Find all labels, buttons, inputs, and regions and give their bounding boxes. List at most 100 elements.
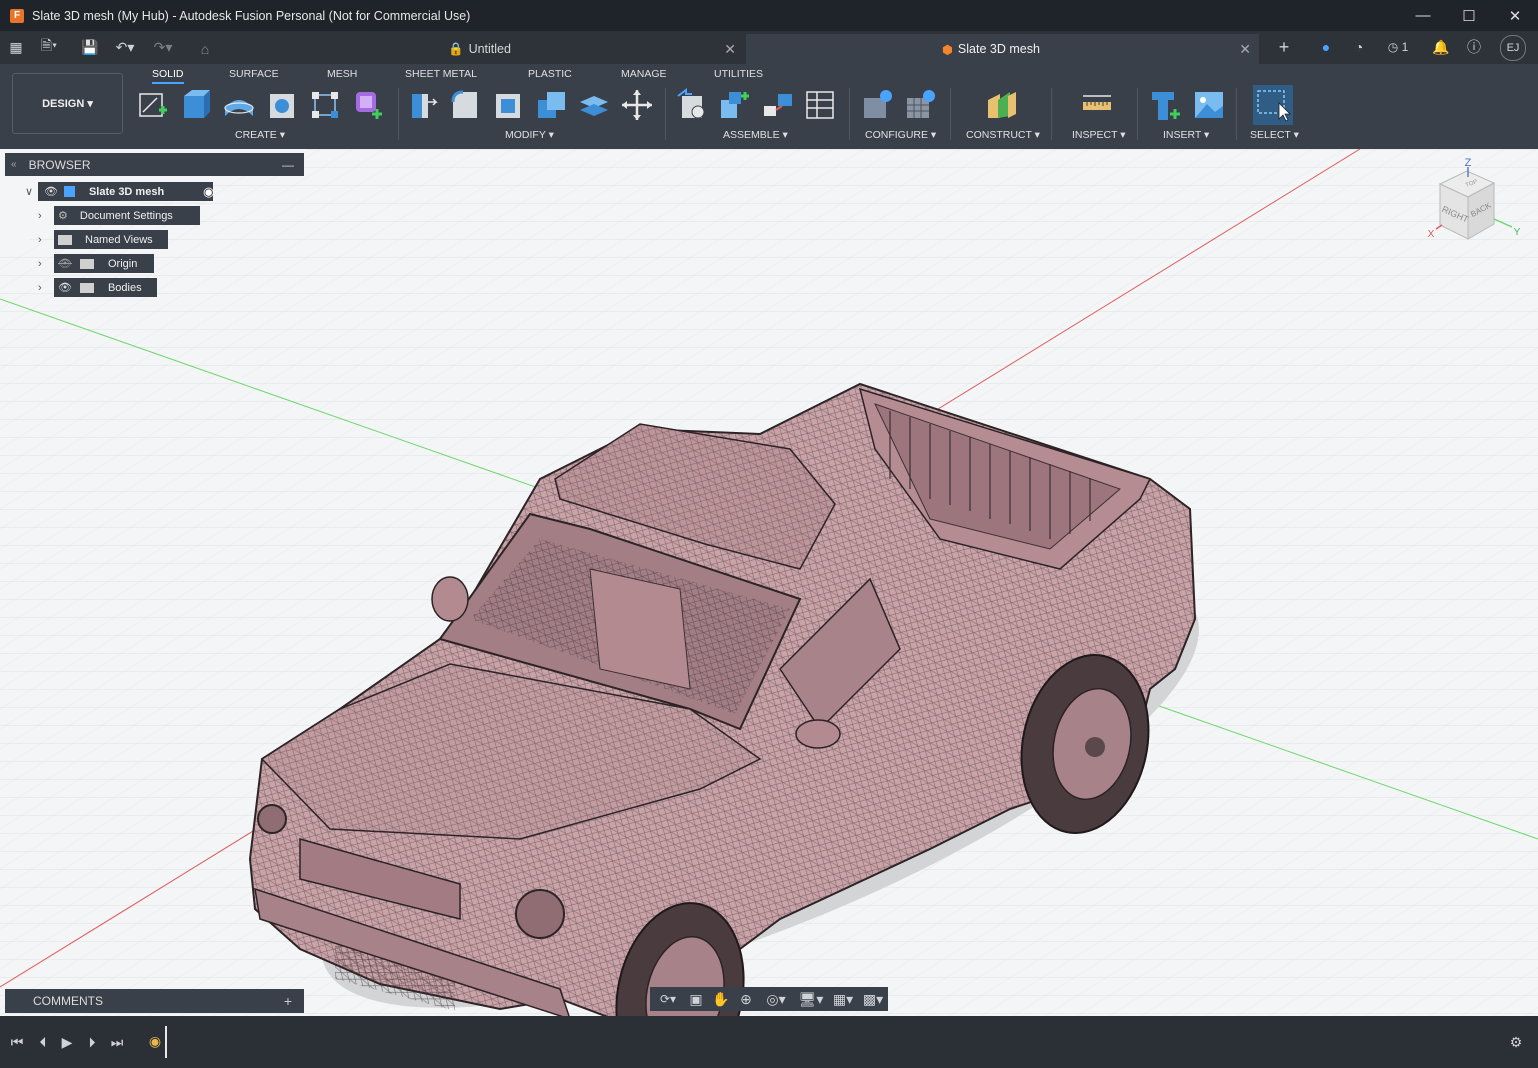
close-window-button[interactable]: ✕: [1492, 0, 1538, 31]
collapse-panel-icon[interactable]: «: [11, 159, 17, 170]
insert-group-label[interactable]: INSERT ▾: [1163, 129, 1209, 141]
visibility-hidden-icon[interactable]: 👁: [58, 257, 72, 270]
go-to-start-icon[interactable]: ⏮: [6, 1031, 28, 1053]
visibility-eye-icon[interactable]: 👁: [44, 185, 58, 198]
new-tab-icon[interactable]: +: [1273, 36, 1295, 58]
move-copy-icon[interactable]: [621, 88, 653, 122]
redo-icon[interactable]: ↷▾: [152, 36, 174, 58]
modify-group-label[interactable]: MODIFY ▾: [505, 129, 554, 141]
tab-plastic[interactable]: PLASTIC: [528, 68, 572, 80]
close-tab-icon[interactable]: ✕: [724, 41, 736, 58]
minimize-button[interactable]: —: [1400, 0, 1446, 31]
expand-arrow-icon[interactable]: ›: [38, 282, 54, 294]
extrude-icon[interactable]: [180, 88, 212, 122]
collapse-arrow-icon[interactable]: ∨: [20, 185, 38, 198]
browser-item-bodies[interactable]: › 👁 Bodies: [38, 278, 157, 297]
help-icon[interactable]: ⓘ: [1463, 36, 1485, 58]
tab-slate-3d-mesh[interactable]: ⬢ Slate 3D mesh ✕: [746, 34, 1259, 64]
expand-arrow-icon[interactable]: ›: [38, 234, 54, 246]
tree-node: 👁 Bodies: [54, 278, 157, 297]
offset-face-icon[interactable]: [578, 88, 610, 122]
display-settings-icon[interactable]: 🖥▾: [795, 988, 827, 1010]
new-component-icon[interactable]: [676, 88, 708, 122]
play-icon[interactable]: ▶: [56, 1031, 78, 1053]
browser-panel-header[interactable]: « BROWSER —: [5, 153, 304, 176]
timeline-feature-icon[interactable]: ◉: [144, 1030, 166, 1052]
minimize-panel-icon[interactable]: —: [282, 158, 294, 172]
job-status-icon[interactable]: ◷ 1: [1383, 36, 1413, 58]
hole-icon[interactable]: [266, 88, 298, 122]
zoom-icon[interactable]: ⊕: [735, 988, 757, 1010]
data-panel-grid-icon[interactable]: ▦: [5, 36, 27, 58]
insert-derive-icon[interactable]: [1150, 88, 1182, 122]
undo-icon[interactable]: ↶▾: [114, 36, 136, 58]
step-forward-icon[interactable]: ⏵: [81, 1031, 103, 1053]
home-icon[interactable]: ⌂: [194, 38, 216, 60]
pan-hand-icon[interactable]: ✋: [710, 988, 732, 1010]
offset-plane-icon[interactable]: [986, 88, 1018, 122]
online-status-icon[interactable]: ◔: [1348, 36, 1370, 58]
timeline-marker[interactable]: [165, 1026, 167, 1058]
press-pull-icon[interactable]: [406, 88, 438, 122]
timeline-settings-gear-icon[interactable]: ⚙: [1505, 1031, 1527, 1053]
configuration-table-icon[interactable]: [905, 88, 937, 122]
visibility-eye-icon[interactable]: 👁: [58, 281, 72, 294]
tab-untitled[interactable]: 🔒 Untitled ✕: [440, 34, 744, 64]
notifications-bell-icon[interactable]: 🔔: [1430, 36, 1452, 58]
as-built-joint-icon[interactable]: [762, 88, 794, 122]
revolve-icon[interactable]: [223, 88, 255, 122]
create-form-icon[interactable]: [352, 88, 384, 122]
tab-manage[interactable]: MANAGE: [621, 68, 667, 80]
inspect-group-label[interactable]: INSPECT ▾: [1072, 129, 1126, 141]
go-to-end-icon[interactable]: ⏭: [106, 1031, 128, 1053]
file-menu-icon[interactable]: 🗎▾: [38, 36, 60, 58]
browser-item-named-views[interactable]: › Named Views: [38, 230, 168, 249]
joint-icon[interactable]: [719, 88, 751, 122]
tab-surface[interactable]: SURFACE: [229, 68, 279, 80]
browser-root-row[interactable]: ∨ 👁 Slate 3D mesh ◉: [20, 182, 214, 201]
measure-icon[interactable]: [1081, 88, 1113, 122]
select-tool-icon[interactable]: [1253, 85, 1293, 125]
save-icon[interactable]: 💾: [79, 36, 101, 58]
maximize-button[interactable]: ☐: [1446, 0, 1492, 31]
construct-group-label[interactable]: CONSTRUCT ▾: [966, 129, 1040, 141]
expand-arrow-icon[interactable]: ›: [38, 210, 54, 222]
select-group-label[interactable]: SELECT ▾: [1250, 129, 1299, 141]
assemble-group-label[interactable]: ASSEMBLE ▾: [723, 129, 788, 141]
orbit-icon[interactable]: ⟳▾: [652, 988, 684, 1010]
step-back-icon[interactable]: ⏴: [32, 1031, 54, 1053]
shell-icon[interactable]: [492, 88, 524, 122]
fillet-icon[interactable]: [449, 88, 481, 122]
grid-settings-icon[interactable]: ▦▾: [828, 988, 858, 1010]
fit-icon[interactable]: ◎▾: [760, 988, 792, 1010]
configure-design-icon[interactable]: [862, 88, 894, 122]
table-icon[interactable]: [805, 88, 837, 122]
configure-group-label[interactable]: CONFIGURE ▾: [865, 129, 936, 141]
tab-sheet-metal[interactable]: SHEET METAL: [405, 68, 477, 80]
create-group-label[interactable]: CREATE ▾: [235, 129, 285, 141]
root-node[interactable]: 👁 Slate 3D mesh ◉: [38, 182, 214, 201]
tree-item-label: Named Views: [85, 233, 153, 246]
create-sketch-icon[interactable]: [137, 88, 169, 122]
look-at-icon[interactable]: ▣: [685, 988, 707, 1010]
tab-label: Untitled: [468, 42, 511, 56]
add-comment-icon[interactable]: +: [284, 993, 292, 1009]
insert-canvas-icon[interactable]: [1193, 88, 1225, 122]
close-tab-icon[interactable]: ✕: [1239, 41, 1251, 58]
tab-utilities[interactable]: UTILITIES: [714, 68, 763, 80]
viewport-canvas[interactable]: TOP RIGHT BACK Z X Y: [0, 149, 1538, 1016]
workspace-switcher-button[interactable]: DESIGN ▾: [12, 73, 123, 134]
browser-item-origin[interactable]: › 👁 Origin: [38, 254, 154, 273]
tab-solid[interactable]: SOLID: [152, 68, 184, 84]
browser-item-document-settings[interactable]: › ⚙ Document Settings: [38, 206, 200, 225]
extensions-icon[interactable]: ●: [1315, 36, 1337, 58]
viewcube[interactable]: TOP RIGHT BACK Z X Y: [1422, 157, 1522, 252]
user-avatar[interactable]: EJ: [1500, 35, 1526, 61]
tab-mesh[interactable]: MESH: [327, 68, 357, 80]
comments-panel-header[interactable]: COMMENTS +: [5, 989, 304, 1013]
active-component-radio-icon[interactable]: ◉: [203, 184, 214, 200]
pattern-icon[interactable]: [309, 88, 341, 122]
expand-arrow-icon[interactable]: ›: [38, 258, 54, 270]
viewports-icon[interactable]: ▩▾: [858, 988, 888, 1010]
combine-icon[interactable]: [535, 88, 567, 122]
